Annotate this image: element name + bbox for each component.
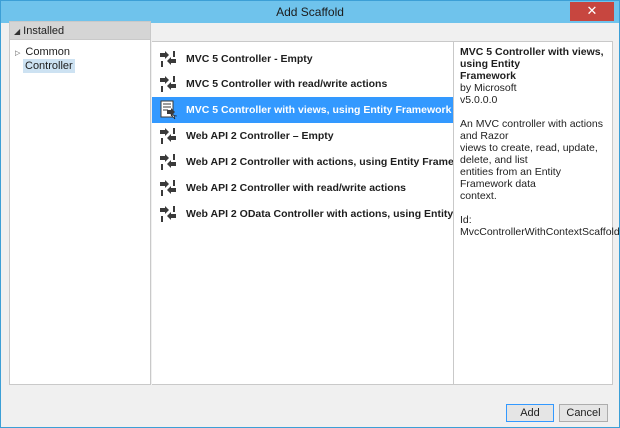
window-title: Add Scaffold [276,5,344,19]
list-item[interactable]: Web API 2 OData Controller with actions,… [152,201,512,227]
list-item[interactable]: MVC 5 Controller with read/write actions [152,71,453,97]
list-item-label: MVC 5 Controller - Empty [186,53,313,65]
tree-header-installed[interactable]: ◢ Installed [10,22,150,40]
list-item-label: MVC 5 Controller with views, using Entit… [186,104,452,116]
cancel-button[interactable]: Cancel [559,404,608,422]
detail-author: by Microsoft [460,82,517,94]
list-item[interactable]: Web API 2 Controller – Empty [152,123,453,149]
detail-id: Id: MvcControllerWithContextScaffolder [460,214,620,238]
collapse-arrow-icon: ◢ [14,27,21,36]
list-item[interactable]: Web API 2 Controller with actions, using… [152,149,478,175]
detail-desc-line: entities from an Entity Framework data [460,166,561,190]
detail-desc-line: An MVC controller with actions and Razor [460,118,603,142]
list-item-label: Web API 2 Controller with read/write act… [186,182,406,194]
list-item-label: Web API 2 Controller with actions, using… [186,156,479,168]
list-item-label: Web API 2 Controller – Empty [186,130,334,142]
detail-description: An MVC controller with actions and Razor… [460,118,606,202]
tree-node-common[interactable]: ▷ Common [10,45,150,59]
controller-icon [160,154,176,170]
category-tree: ◢ Installed ▷ Common Controller [9,21,151,385]
tree-header-label: Installed [23,25,65,37]
add-scaffold-dialog: Add Scaffold ✕ ◢ Installed ▷ Common Contro… [0,0,620,428]
detail-desc-line: context. [460,190,497,202]
list-item-label: MVC 5 Controller with read/write actions [186,78,388,90]
list-item[interactable]: MVC 5 Controller - Empty [152,46,453,72]
detail-title-line2: Framework [460,70,517,82]
title-bar: Add Scaffold ✕ [1,1,619,23]
tree-node-controller[interactable]: Controller [23,59,75,73]
list-item[interactable]: Web API 2 Controller with read/write act… [152,175,453,201]
expand-arrow-icon[interactable]: ▷ [15,50,20,57]
detail-desc-line: views to create, read, update, delete, a… [460,142,598,166]
controller-views-icon [160,100,178,120]
detail-title-line1: MVC 5 Controller with views, using Entit… [460,46,604,70]
controller-icon [160,128,176,144]
tree-node-label: Common [25,46,71,58]
controller-icon [160,51,176,67]
scaffold-list: MVC 5 Controller - Empty MVC 5 Controlle… [152,41,512,385]
add-button[interactable]: Add [506,404,554,422]
controller-icon [160,206,176,222]
detail-panel: MVC 5 Controller with views, using Entit… [453,41,620,385]
detail-version: v5.0.0.0 [460,94,498,106]
close-button[interactable]: ✕ [570,2,614,21]
controller-icon [160,180,176,196]
controller-icon [160,76,176,92]
list-item-selected[interactable]: MVC 5 Controller with views, using Entit… [152,97,453,123]
